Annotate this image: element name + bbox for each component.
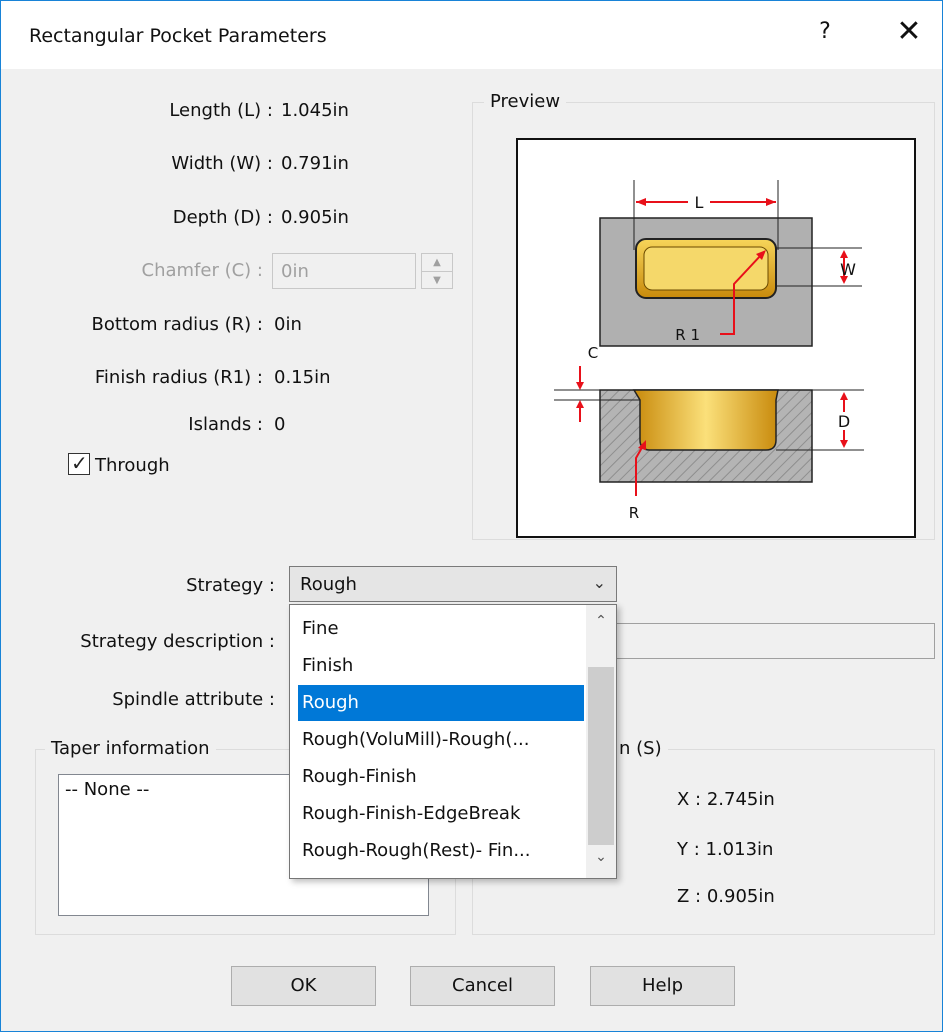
pocket-diagram: L W R 1 C D R (554, 180, 864, 522)
finish-radius-label: Finish radius (R1) : (94, 367, 263, 388)
strategy-option-rough[interactable]: Rough (298, 685, 584, 721)
chamfer-spinner[interactable]: ▲ ▼ (421, 253, 453, 289)
dim-l-label: L (695, 193, 704, 212)
close-icon[interactable]: ✕ (891, 15, 927, 49)
finish-radius-value: 0.15in (274, 367, 331, 388)
preview-image: L W R 1 C D R (516, 138, 916, 538)
islands-label: Islands : (188, 414, 263, 435)
spindle-attribute-label: Spindle attribute : (112, 689, 275, 710)
taper-group-label: Taper information (45, 738, 216, 759)
title-bar: Rectangular Pocket Parameters ? ✕ (1, 1, 942, 69)
ok-button[interactable]: OK (231, 966, 376, 1006)
islands-value: 0 (274, 414, 286, 435)
help-button[interactable]: Help (590, 966, 735, 1006)
depth-value: 0.905in (281, 207, 349, 228)
chamfer-input[interactable] (272, 253, 416, 289)
taper-list-item[interactable]: -- None -- (65, 779, 149, 800)
preview-group-label: Preview (484, 91, 567, 112)
chamfer-label: Chamfer (C) : (141, 260, 263, 281)
scroll-down-icon[interactable]: ⌄ (586, 849, 616, 865)
start-x-value: X : 2.745in (677, 789, 775, 810)
length-value: 1.045in (281, 100, 349, 121)
dropdown-scrollbar[interactable]: ⌃ ⌄ (586, 605, 616, 878)
length-label: Length (L) : (169, 100, 273, 121)
start-y-value: Y : 1.013in (677, 839, 774, 860)
through-checkbox[interactable]: ✓ (68, 451, 90, 475)
spin-down-icon[interactable]: ▼ (422, 272, 452, 289)
strategy-option-rough-rough-rest[interactable]: Rough-Rough(Rest)- Fin... (298, 833, 584, 869)
depth-label: Depth (D) : (172, 207, 273, 228)
strategy-select[interactable]: Rough ⌄ (289, 566, 617, 602)
bottom-radius-value: 0in (274, 314, 302, 335)
dim-c-label: C (588, 344, 598, 362)
bottom-radius-label: Bottom radius (R) : (91, 314, 263, 335)
dialog-title: Rectangular Pocket Parameters (29, 25, 327, 47)
scroll-up-icon[interactable]: ⌃ (586, 613, 616, 629)
start-point-group-label: n (S) (613, 738, 668, 759)
dim-w-label: W (840, 260, 856, 279)
width-value: 0.791in (281, 153, 349, 174)
through-label[interactable]: Through (95, 455, 170, 476)
strategy-description-label: Strategy description : (80, 631, 275, 652)
help-icon[interactable]: ? (813, 19, 837, 44)
scrollbar-thumb[interactable] (588, 667, 614, 845)
strategy-label: Strategy : (186, 575, 275, 596)
start-z-value: Z : 0.905in (677, 886, 775, 907)
strategy-dropdown-list[interactable]: Fine Finish Rough Rough(VoluMill)-Rough(… (289, 604, 617, 879)
strategy-option-rough-finish[interactable]: Rough-Finish (298, 759, 584, 795)
dim-d-label: D (838, 412, 850, 431)
width-label: Width (W) : (171, 153, 273, 174)
cancel-button[interactable]: Cancel (410, 966, 555, 1006)
strategy-selected-value: Rough (300, 574, 357, 595)
strategy-description-field[interactable] (601, 623, 935, 659)
rectangular-pocket-dialog: Rectangular Pocket Parameters ? ✕ Length… (0, 0, 943, 1032)
strategy-option-rough-finish-edgebreak[interactable]: Rough-Finish-EdgeBreak (298, 796, 584, 832)
dim-r-label: R (629, 504, 639, 522)
checkmark-icon: ✓ (71, 451, 88, 475)
chevron-down-icon: ⌄ (592, 573, 606, 592)
strategy-option-fine[interactable]: Fine (298, 611, 584, 647)
strategy-option-rough-volumill[interactable]: Rough(VoluMill)-Rough(... (298, 722, 584, 758)
strategy-option-finish[interactable]: Finish (298, 648, 584, 684)
dim-r1-label: R 1 (675, 326, 700, 344)
spin-up-icon[interactable]: ▲ (422, 254, 452, 272)
